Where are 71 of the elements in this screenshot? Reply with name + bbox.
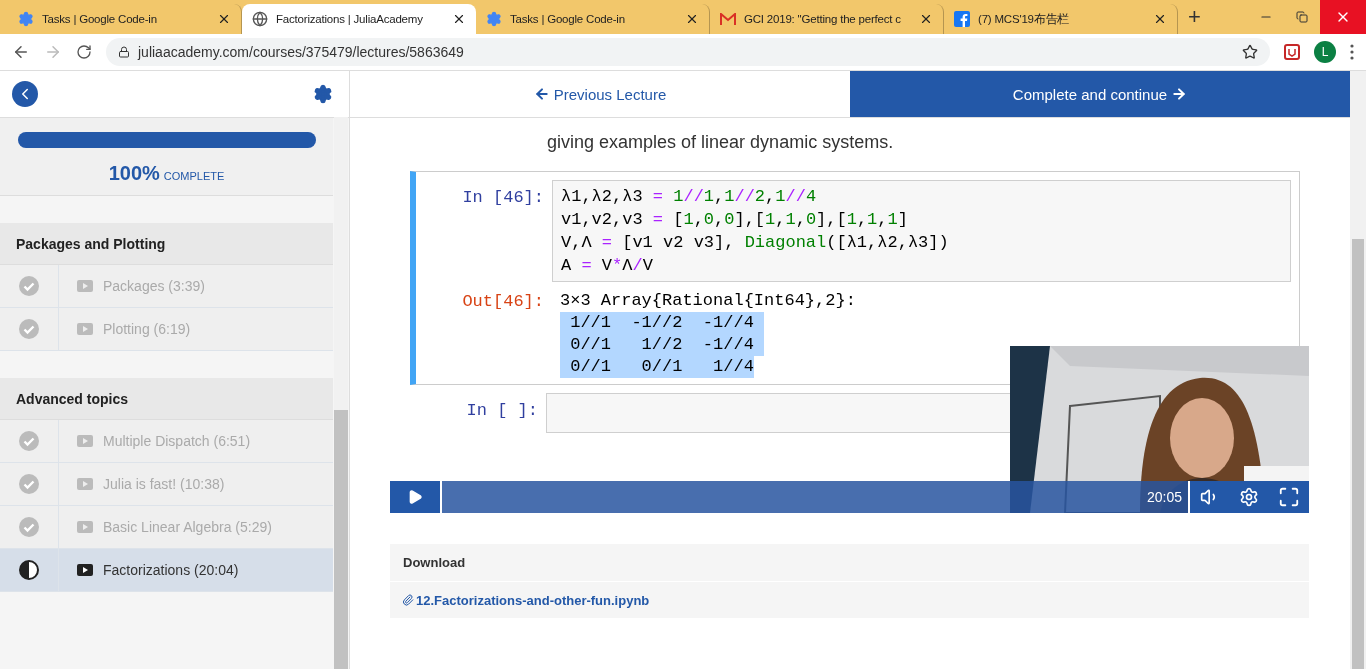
close-icon[interactable] (685, 12, 699, 26)
cell-prompt: Out[46]: (461, 291, 545, 311)
check-circle-icon (19, 431, 39, 451)
menu-icon[interactable] (1350, 44, 1354, 60)
star-icon[interactable] (1242, 44, 1258, 60)
check-circle-icon (19, 276, 39, 296)
settings-icon[interactable] (1238, 487, 1259, 507)
reload-icon[interactable] (76, 44, 92, 60)
video-icon (77, 280, 93, 292)
output-text: 3×3 Array{Rational{Int64},2}: (560, 290, 856, 312)
check-circle-icon (19, 517, 39, 537)
browser-tab[interactable]: Tasks | Google Code-in (476, 4, 710, 34)
profile-avatar[interactable]: L (1314, 41, 1336, 63)
back-button[interactable] (12, 81, 38, 107)
cell-prompt: In [46]: (461, 187, 545, 207)
output-row: 0//1 1//2 -1//4 (560, 334, 765, 356)
lesson-item[interactable]: Factorizations (20:04) (0, 549, 333, 592)
seek-bar[interactable]: 20:05 (442, 481, 1190, 513)
gear-icon (18, 11, 34, 27)
arrow-left-icon (533, 86, 550, 102)
play-icon (407, 489, 423, 505)
play-button[interactable] (390, 481, 442, 513)
globe-icon (252, 11, 268, 27)
settings-icon[interactable] (313, 84, 333, 104)
section-header: Advanced topics (0, 378, 333, 420)
close-icon[interactable] (919, 12, 933, 26)
lock-icon (118, 46, 130, 58)
output-row: 1//1 -1//2 -1//4 (560, 312, 765, 334)
progress-text: 100% COMPLETE (108, 162, 225, 185)
mail-icon (720, 13, 736, 25)
browser-tab[interactable]: (7) MCS'19布告栏 (944, 4, 1178, 34)
cell-prompt: In [ ]: (465, 400, 539, 422)
scrollbar-thumb[interactable] (334, 410, 348, 669)
output-row: 0//1 0//1 1//4 (560, 356, 754, 378)
facebook-icon (954, 11, 970, 27)
gear-icon (486, 11, 502, 27)
file-link[interactable]: 12.Factorizations-and-other-fun.ipynb (402, 592, 650, 608)
section-header: Packages and Plotting (0, 223, 333, 265)
code-input: λ1,λ2,λ3 = 1//1,1//2,1//4 v1,v2,v3 = [1,0,0],[1,1,0],[1,1,1] V,Λ = [v1 v2 v3], Diagonal([λ1,λ2,λ3]) A = V*Λ/V (552, 180, 1291, 282)
address-bar[interactable]: juliaacademy.com/courses/375479/lectures/5863649 (106, 38, 1270, 66)
new-tab-button[interactable]: + (1188, 4, 1201, 30)
video-icon (77, 478, 93, 490)
check-circle-icon (19, 319, 39, 339)
restore-icon[interactable] (1296, 11, 1308, 23)
download-header: Download (390, 544, 1309, 582)
lesson-title: Plotting (6:19) (103, 321, 191, 337)
close-icon[interactable] (1153, 12, 1167, 26)
video-icon (77, 564, 93, 576)
previous-lecture-button[interactable]: Previous Lecture (350, 71, 850, 117)
video-icon (77, 521, 93, 533)
paperclip-icon (402, 594, 414, 606)
lesson-title: Julia is fast! (10:38) (103, 476, 225, 492)
close-icon[interactable] (452, 12, 466, 26)
lesson-title: Factorizations (20:04) (103, 562, 239, 578)
close-icon[interactable] (217, 12, 231, 26)
browser-tab[interactable]: GCI 2019: "Getting the perfect c (710, 4, 944, 34)
lecture-text: giving examples of linear dynamic systems. (547, 132, 895, 153)
back-icon[interactable] (12, 43, 30, 61)
half-circle-icon (19, 560, 39, 580)
shield-icon[interactable] (1284, 44, 1300, 60)
complete-continue-button[interactable]: Complete and continue (850, 71, 1350, 117)
check-circle-icon (19, 474, 39, 494)
url-text: juliaacademy.com/courses/375479/lectures/5863649 (138, 44, 464, 60)
lesson-title: Multiple Dispatch (6:51) (103, 433, 251, 449)
browser-tab[interactable]: Factorizations | JuliaAcademy (242, 4, 476, 34)
video-icon (77, 435, 93, 447)
scrollbar-thumb[interactable] (1352, 239, 1364, 669)
lesson-title: Basic Linear Algebra (5:29) (103, 519, 272, 535)
video-icon (77, 323, 93, 335)
lesson-title: Packages (3:39) (103, 278, 205, 294)
fullscreen-icon[interactable] (1277, 486, 1300, 508)
